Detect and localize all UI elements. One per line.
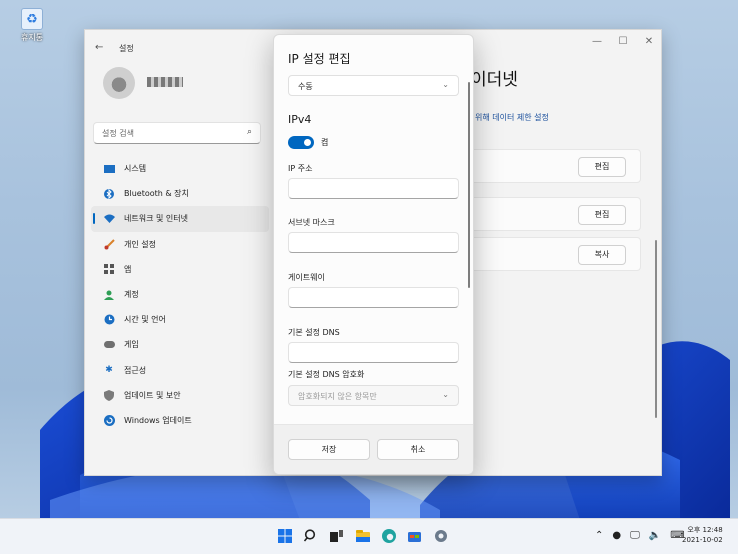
recycle-bin-label: 휴지통 [20,33,44,42]
ipv4-toggle-label: 켬 [321,138,329,147]
sidebar-item-label: 개인 설정 [124,239,156,249]
sidebar-item-label: 접근성 [124,365,147,375]
dns-encryption-label: 기본 설정 DNS 암호화 [288,370,365,379]
window-controls: — ☐ ✕ [591,36,655,47]
sidebar-item-label: Bluetooth & 장치 [124,189,189,199]
sidebar-nav: 시스템 Bluetooth & 장치 네트워크 및 인터넷 개인 설정 앱 계정… [91,156,269,433]
sidebar-item-windows-update[interactable]: Windows 업데이트 [91,408,269,433]
globe-clock-icon [103,314,115,326]
wifi-icon [103,213,115,225]
chevron-down-icon: ⌄ [442,390,449,399]
network-monitor-icon[interactable]: 🖵 [630,530,640,541]
chevron-down-icon: ⌄ [442,80,449,89]
sidebar-item-label: 게임 [124,340,139,350]
taskbar: ⌃ ● 🖵 🔈 ⌨ 오후 12:48 2021-10-02 [0,518,738,554]
cancel-button[interactable]: 취소 [377,439,459,460]
search-icon[interactable] [303,528,318,543]
ip-address-label: IP 주소 [288,164,313,173]
preferred-dns-label: 기본 설정 DNS [288,328,340,337]
edit-button[interactable]: 편집 [578,205,626,225]
clock-time: 오후 12:48 [687,526,723,534]
dialog-footer: 저장 취소 [274,424,473,474]
clock-date: 2021-10-02 [682,536,723,544]
dialog-scrollbar[interactable] [468,82,470,288]
taskbar-apps [277,528,448,543]
store-icon[interactable] [407,528,422,543]
minimize-icon[interactable]: — [591,36,603,47]
ip-mode-select[interactable]: 수동 ⌄ [288,75,459,96]
data-limit-link[interactable]: 위해 데이터 제한 설정 [475,112,549,123]
sidebar-item-label: 업데이트 및 보안 [124,390,181,400]
maximize-icon[interactable]: ☐ [617,36,629,47]
back-arrow-icon[interactable]: ← [95,42,103,53]
gamepad-icon [103,339,115,351]
system-tray: ⌃ ● 🖵 🔈 ⌨ [595,530,685,541]
shield-icon [103,389,115,401]
refresh-icon [103,414,115,426]
settings-row-properties: 복사 [469,237,641,271]
subnet-mask-label: 서브넷 마스크 [288,218,335,227]
preferred-dns-field[interactable] [288,342,459,363]
dns-encryption-value: 암호화되지 않은 항목만 [298,392,377,401]
ip-settings-dialog: IP 설정 편집 수동 ⌄ IPv4 켬 IP 주소 서브넷 마스크 게이트웨이… [273,34,474,475]
sidebar-item-personalization[interactable]: 개인 설정 [91,232,269,257]
sidebar-item-accounts[interactable]: 계정 [91,282,269,307]
recycle-bin-icon: ♻ [21,8,43,30]
close-icon[interactable]: ✕ [643,36,655,47]
sidebar-item-label: 시스템 [124,164,147,174]
search-icon: ⌕ [246,127,252,137]
sidebar-item-label: 네트워크 및 인터넷 [124,214,188,224]
subnet-mask-field[interactable] [288,232,459,253]
apps-icon [103,263,115,275]
ip-mode-value: 수동 [298,82,313,91]
toggle-knob [304,139,311,146]
sidebar-item-system[interactable]: 시스템 [91,156,269,181]
save-button[interactable]: 저장 [288,439,370,460]
start-icon[interactable] [277,528,292,543]
task-view-icon[interactable] [329,528,344,543]
brush-icon [103,238,115,250]
edge-browser-icon[interactable] [381,528,396,543]
sidebar-item-label: Windows 업데이트 [124,415,192,425]
taskbar-clock[interactable]: 오후 12:48 2021-10-02 [682,525,723,545]
settings-gear-icon[interactable] [433,528,448,543]
bluetooth-icon [103,188,115,200]
ip-address-field[interactable] [288,178,459,199]
accessibility-icon: ✱ [105,365,113,376]
volume-icon[interactable]: 🔈 [649,530,661,541]
file-explorer-icon[interactable] [355,528,370,543]
sidebar-item-label: 앱 [124,264,132,274]
sidebar-item-gaming[interactable]: 게임 [91,332,269,357]
recycle-bin[interactable]: ♻ 휴지통 [14,8,50,43]
sidebar-item-time-language[interactable]: 시간 및 언어 [91,307,269,332]
ipv4-toggle[interactable] [288,136,314,149]
search-placeholder: 설정 검색 [102,129,134,138]
sidebar-item-bluetooth[interactable]: Bluetooth & 장치 [91,181,269,206]
notification-dot-icon[interactable]: ● [612,530,621,541]
ipv4-heading: IPv4 [288,113,312,126]
avatar[interactable] [103,67,135,99]
gateway-field[interactable] [288,287,459,308]
window-title: 설정 [119,44,134,53]
settings-search-input[interactable]: 설정 검색 ⌕ [93,122,261,144]
monitor-icon [103,163,115,175]
sidebar-item-update-security[interactable]: 업데이트 및 보안 [91,383,269,408]
settings-scrollbar[interactable] [655,240,657,418]
sidebar-item-label: 계정 [124,290,139,300]
settings-row-dns: 편집 [469,197,641,231]
sidebar-item-label: 시간 및 언어 [124,315,166,325]
person-icon [103,289,115,301]
sidebar-item-network[interactable]: 네트워크 및 인터넷 [91,206,269,232]
user-name-blurred [147,77,183,87]
edit-button[interactable]: 편집 [578,157,626,177]
copy-button[interactable]: 복사 [578,245,626,265]
chevron-up-icon[interactable]: ⌃ [595,530,603,541]
page-title: 이더넷 [471,70,518,90]
sidebar-item-accessibility[interactable]: ✱ 접근성 [91,358,269,383]
dialog-title: IP 설정 편집 [288,52,351,66]
dns-encryption-select[interactable]: 암호화되지 않은 항목만 ⌄ [288,385,459,406]
settings-row-ip: 편집 [469,149,641,183]
gateway-label: 게이트웨이 [288,273,325,282]
sidebar-item-apps[interactable]: 앱 [91,257,269,282]
